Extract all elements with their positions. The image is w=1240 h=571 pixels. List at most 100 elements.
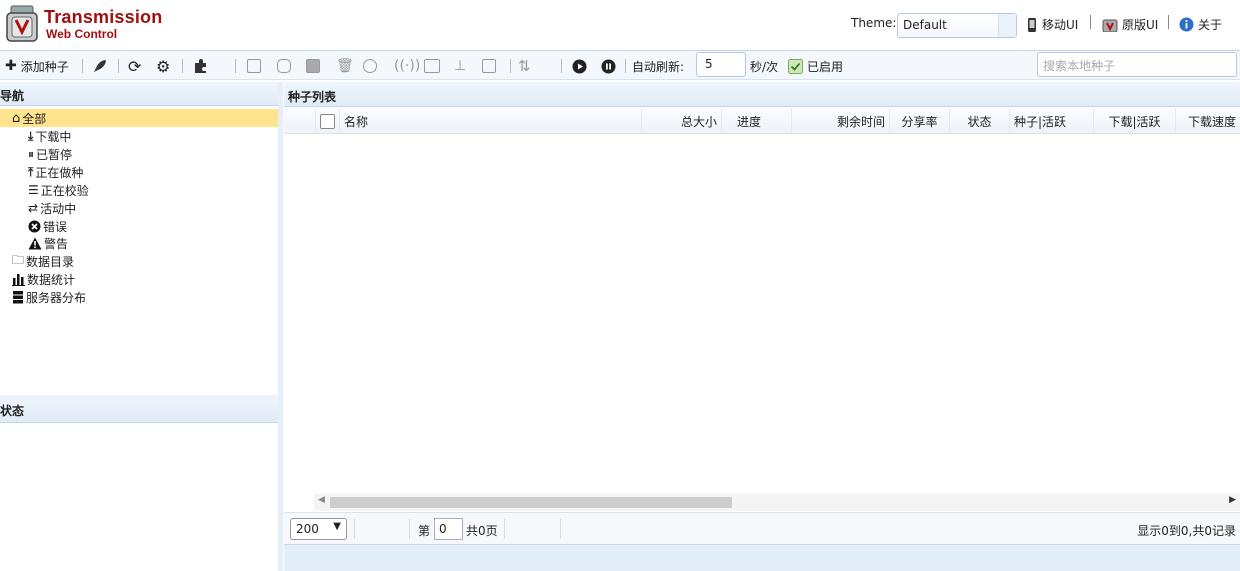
chevron-down-icon [998, 14, 1016, 37]
page-number-input[interactable]: 0 [434, 518, 463, 540]
theme-select-value: Default [903, 18, 947, 32]
app-header: Transmission Web Control Theme: Default … [0, 0, 1240, 50]
pause-all-torrents-button[interactable] [601, 57, 616, 75]
refresh-interval-input[interactable]: 5 [696, 52, 746, 77]
column-header-size[interactable]: 总大小 [642, 108, 722, 134]
transmission-small-icon [1102, 19, 1118, 32]
chevron-down-icon: ▼ [333, 521, 341, 532]
gear-icon: ⚙ [156, 56, 171, 76]
checkbox-icon [320, 113, 335, 129]
toolbar-divider [182, 59, 183, 73]
edit-icon [306, 59, 320, 73]
plus-icon: ✚ [5, 58, 17, 74]
pause-torrent-button[interactable] [277, 57, 291, 75]
pagination-bar: 200 ▼ 第 0 共0页 显示0到0,共0记录 [284, 512, 1240, 544]
column-header-leechers[interactable]: 下载|活跃 [1094, 108, 1176, 134]
nav-item-all[interactable]: ⌂ 全部 [0, 109, 278, 127]
play-circle-icon [572, 59, 587, 73]
column-header-progress[interactable]: 进度 [722, 108, 792, 134]
column-header-seeders[interactable]: 种子|活跃 [1010, 108, 1094, 134]
rename-torrent-button[interactable] [306, 57, 320, 75]
check-database-icon: ☰ [28, 183, 39, 197]
search-input[interactable]: 搜索本地种子 [1037, 52, 1237, 77]
column-header-ratio[interactable]: 分享率 [890, 108, 950, 134]
about-link[interactable]: 关于 [1179, 16, 1222, 33]
toolbar-divider [82, 59, 83, 73]
column-header-download-speed[interactable]: 下载速度 [1176, 108, 1240, 134]
nav-item-checking[interactable]: ☰ 正在校验 [28, 181, 89, 199]
nav-item-statistics[interactable]: 数据统计 [12, 270, 75, 288]
folder-icon: 🗀 [12, 252, 25, 267]
speed-limit-button[interactable]: ⇅ [518, 57, 531, 75]
nav-item-downloading[interactable]: ⤓ 下载中 [28, 127, 71, 145]
nav-panel-title: 导航 [0, 82, 278, 106]
page-size-select[interactable]: 200 ▼ [290, 518, 347, 540]
align-button[interactable]: ⊥ [454, 57, 466, 75]
error-icon [28, 220, 41, 232]
nav-item-label: 全部 [22, 111, 47, 126]
toolbar-divider [510, 59, 511, 73]
nav-item-paused[interactable]: ⏸ 已暂停 [28, 145, 72, 163]
nav-item-active[interactable]: ⇄ 活动中 [28, 199, 76, 217]
record-summary: 显示0到0,共0记录 [1137, 524, 1236, 538]
checkbox-checked-icon [788, 58, 803, 74]
scroll-left-icon[interactable]: ◀ [318, 495, 325, 505]
theme-label: Theme: [851, 16, 897, 30]
verify-torrent-button[interactable] [363, 57, 377, 75]
server-icon [13, 290, 23, 303]
nav-item-error[interactable]: 错误 [28, 217, 67, 235]
footer-bar [284, 544, 1240, 571]
copy-button[interactable] [482, 57, 496, 75]
torrent-grid-body [284, 134, 1240, 494]
plugins-button[interactable] [193, 57, 209, 75]
start-all-torrents-button[interactable] [572, 57, 587, 75]
header-divider [1168, 15, 1169, 29]
scroll-right-icon[interactable]: ▶ [1229, 495, 1236, 505]
reannounce-button[interactable]: ((·)) [394, 57, 420, 75]
panel-splitter[interactable] [278, 82, 283, 571]
pause-circle-icon: ⏸ [28, 146, 35, 161]
select-all-checkbox[interactable] [316, 108, 340, 134]
mobile-ui-link[interactable]: 移动UI [1026, 16, 1078, 33]
scrollbar-thumb[interactable] [330, 497, 732, 508]
nav-item-warning[interactable]: 警告 [28, 234, 68, 252]
remove-torrent-button[interactable]: 🗑 [336, 57, 354, 75]
enabled-label: 已启用 [807, 59, 844, 74]
refresh-icon: ⟳ [128, 56, 142, 76]
nav-item-label: 正在做种 [35, 165, 84, 180]
nav-item-label: 已暂停 [36, 147, 73, 162]
page-prefix-label: 第 [418, 524, 431, 538]
warning-icon [28, 237, 42, 249]
add-torrent-button[interactable]: ✚ 添加种子 [5, 57, 69, 75]
theme-select[interactable]: Default [897, 13, 1017, 38]
nav-item-servers[interactable]: 服务器分布 [12, 288, 86, 306]
nav-item-label: 数据目录 [26, 254, 75, 269]
pager-divider [504, 519, 505, 539]
column-header-status[interactable]: 状态 [950, 108, 1010, 134]
start-all-button[interactable] [92, 57, 108, 75]
nav-item-data-dirs[interactable]: 🗀 数据目录 [12, 252, 74, 270]
refresh-button[interactable]: ⟳ [128, 56, 142, 76]
about-label: 关于 [1198, 18, 1223, 32]
horizontal-scrollbar[interactable]: ◀ ▶ [314, 494, 1240, 511]
start-torrent-button[interactable] [247, 57, 261, 75]
pager-divider [354, 519, 355, 539]
nav-item-label: 活动中 [40, 201, 77, 216]
torrent-grid-header: 名称 总大小 进度 剩余时间 分享率 状态 种子|活跃 下载|活跃 下载速度 [284, 108, 1240, 134]
settings-button[interactable]: ⚙ [156, 56, 171, 76]
original-ui-link[interactable]: 原版UI [1102, 16, 1158, 33]
column-header-remaining[interactable]: 剩余时间 [792, 108, 890, 134]
auto-refresh-label: 自动刷新: [632, 59, 685, 74]
change-dir-button[interactable] [424, 57, 440, 75]
row-number-header [284, 108, 316, 134]
auto-refresh-toggle[interactable]: 已启用 [788, 57, 843, 75]
status-panel [0, 424, 278, 571]
column-header-name[interactable]: 名称 [340, 108, 642, 134]
nav-item-label: 警告 [44, 236, 69, 251]
list-icon [424, 59, 440, 73]
nav-item-seeding[interactable]: ⤒ 正在做种 [28, 163, 83, 181]
nav-item-label: 数据统计 [27, 272, 76, 287]
toolbar-divider [561, 59, 562, 73]
toolbar-divider [235, 59, 236, 73]
rocket-icon [94, 60, 106, 72]
